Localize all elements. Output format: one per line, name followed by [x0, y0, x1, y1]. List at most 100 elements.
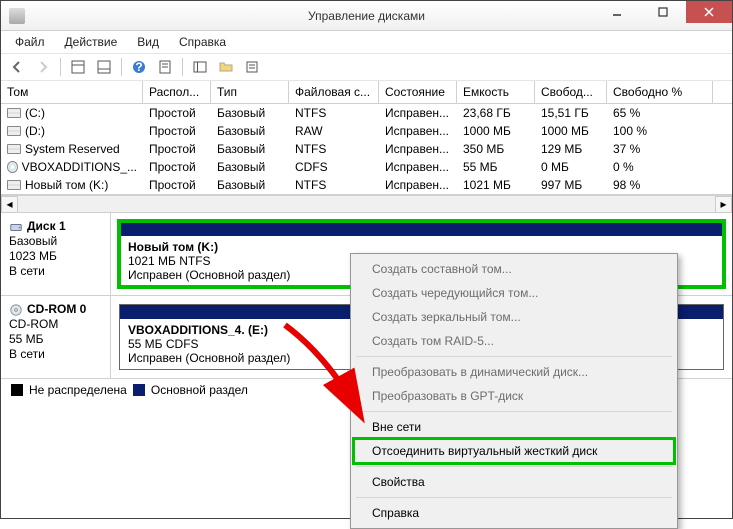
volume-layout: Простой	[143, 158, 211, 176]
drive-icon	[7, 126, 21, 136]
svg-text:?: ?	[135, 60, 142, 74]
partition-volume: Новый том (K:)	[128, 240, 715, 254]
drive-icon	[7, 180, 21, 190]
menu-item: Преобразовать в GPT-диск	[354, 384, 674, 408]
partition-bar	[120, 222, 723, 236]
menu-item[interactable]: Отсоединить виртуальный жесткий диск	[354, 439, 674, 463]
volume-capacity: 23,68 ГБ	[457, 104, 535, 122]
volume-layout: Простой	[143, 176, 211, 194]
col-fs[interactable]: Файловая с...	[289, 81, 379, 103]
back-button[interactable]	[5, 56, 29, 78]
disk-kind: CD-ROM	[9, 317, 102, 332]
settings-button[interactable]	[240, 56, 264, 78]
volume-freepct: 100 %	[607, 122, 713, 140]
volume-free: 997 МБ	[535, 176, 607, 194]
forward-button[interactable]	[31, 56, 55, 78]
menu-separator	[356, 466, 672, 467]
folder-button[interactable]	[214, 56, 238, 78]
volume-list-header: Том Распол... Тип Файловая с... Состояни…	[1, 81, 732, 104]
toolbar: ?	[1, 53, 732, 81]
menu-separator	[356, 411, 672, 412]
menu-help[interactable]: Справка	[169, 33, 236, 51]
app-icon	[9, 8, 25, 24]
volume-freepct: 98 %	[607, 176, 713, 194]
disk-kind: Базовый	[9, 234, 102, 249]
volume-list: Том Распол... Тип Файловая с... Состояни…	[1, 81, 732, 195]
help-button[interactable]: ?	[127, 56, 151, 78]
volume-status: Исправен...	[379, 158, 457, 176]
volume-type: Базовый	[211, 140, 289, 158]
col-capacity[interactable]: Емкость	[457, 81, 535, 103]
menu-item: Преобразовать в динамический диск...	[354, 360, 674, 384]
volume-fs: NTFS	[289, 176, 379, 194]
disk-info[interactable]: Диск 1 Базовый 1023 МБ В сети	[1, 213, 111, 295]
col-free[interactable]: Свобод...	[535, 81, 607, 103]
menubar: Файл Действие Вид Справка	[1, 31, 732, 53]
menu-item[interactable]: Вне сети	[354, 415, 674, 439]
view-bottom-button[interactable]	[92, 56, 116, 78]
minimize-button[interactable]	[594, 1, 640, 23]
volume-name: (D:)	[25, 124, 45, 138]
volume-fs: RAW	[289, 122, 379, 140]
swatch-unallocated-icon	[11, 384, 23, 396]
menu-separator	[356, 497, 672, 498]
swatch-primary-icon	[133, 384, 145, 396]
volume-type: Базовый	[211, 122, 289, 140]
volume-type: Базовый	[211, 104, 289, 122]
volume-free: 15,51 ГБ	[535, 104, 607, 122]
menu-item[interactable]: Свойства	[354, 470, 674, 494]
disk-info[interactable]: CD-ROM 0 CD-ROM 55 МБ В сети	[1, 296, 111, 378]
drive-icon	[7, 108, 21, 118]
volume-fs: NTFS	[289, 140, 379, 158]
window-title: Управление дисками	[308, 9, 425, 23]
col-type[interactable]: Тип	[211, 81, 289, 103]
drive-icon	[7, 144, 21, 154]
close-button[interactable]	[686, 1, 732, 23]
table-row[interactable]: Новый том (K:)ПростойБазовыйNTFSИсправен…	[1, 176, 732, 194]
legend-unallocated: Не распределена	[29, 383, 127, 397]
view-top-button[interactable]	[66, 56, 90, 78]
volume-layout: Простой	[143, 140, 211, 158]
menu-item[interactable]: Справка	[354, 501, 674, 525]
col-layout[interactable]: Распол...	[143, 81, 211, 103]
disk-header: CD-ROM 0	[27, 302, 86, 317]
menu-view[interactable]: Вид	[127, 33, 169, 51]
col-freepct[interactable]: Свободно %	[607, 81, 713, 103]
refresh-button[interactable]	[188, 56, 212, 78]
table-row[interactable]: System ReservedПростойБазовыйNTFSИсправе…	[1, 140, 732, 158]
volume-freepct: 37 %	[607, 140, 713, 158]
menu-item: Создать том RAID-5...	[354, 329, 674, 353]
disk-header: Диск 1	[27, 219, 66, 234]
menu-item: Создать чередующийся том...	[354, 281, 674, 305]
volume-status: Исправен...	[379, 122, 457, 140]
volume-status: Исправен...	[379, 176, 457, 194]
scroll-right-button[interactable]: ▸	[715, 196, 732, 213]
col-status[interactable]: Состояние	[379, 81, 457, 103]
context-menu: Создать составной том...Создать чередующ…	[350, 253, 678, 529]
drive-icon	[9, 220, 23, 234]
titlebar: Управление дисками	[1, 1, 732, 31]
volume-fs: NTFS	[289, 104, 379, 122]
menu-item: Создать составной том...	[354, 257, 674, 281]
table-row[interactable]: (C:)ПростойБазовыйNTFSИсправен...23,68 Г…	[1, 104, 732, 122]
volume-layout: Простой	[143, 104, 211, 122]
legend-primary: Основной раздел	[151, 383, 248, 397]
volume-fs: CDFS	[289, 158, 379, 176]
volume-type: Базовый	[211, 176, 289, 194]
menu-action[interactable]: Действие	[55, 33, 128, 51]
menu-item: Создать зеркальный том...	[354, 305, 674, 329]
table-row[interactable]: VBOXADDITIONS_...ПростойБазовыйCDFSИспра…	[1, 158, 732, 176]
table-row[interactable]: (D:) ПростойБазовыйRAWИсправен...1000 МБ 1…	[1, 122, 732, 140]
properties-button[interactable]	[153, 56, 177, 78]
menu-file[interactable]: Файл	[5, 33, 55, 51]
volume-list-hscroll[interactable]: ◂ ▸	[1, 195, 732, 212]
volume-status: Исправен...	[379, 140, 457, 158]
volume-layout: Простой	[143, 122, 211, 140]
volume-capacity: 1000 МБ	[457, 122, 535, 140]
scroll-left-button[interactable]: ◂	[1, 196, 18, 213]
volume-capacity: 350 МБ	[457, 140, 535, 158]
col-volume[interactable]: Том	[1, 81, 143, 103]
maximize-button[interactable]	[640, 1, 686, 23]
disk-status: В сети	[9, 264, 102, 279]
menu-separator	[356, 356, 672, 357]
